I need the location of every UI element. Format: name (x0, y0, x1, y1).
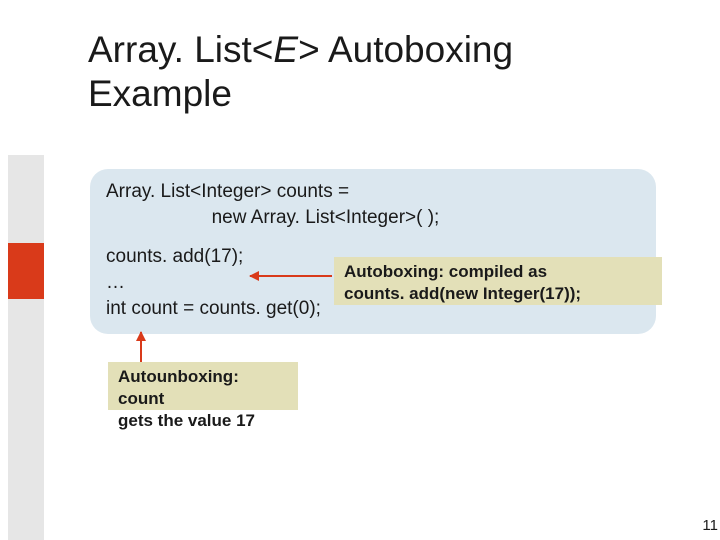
page-number: 11 (702, 517, 718, 534)
callout-autounboxing-l2: gets the value 17 (118, 410, 288, 432)
title-suffix: > Autoboxing (298, 29, 513, 70)
code-line-1: Array. List<Integer> counts = (106, 179, 640, 205)
code-block: Array. List<Integer> counts = new Array.… (90, 169, 656, 334)
arrow-autounboxing (140, 332, 142, 362)
callout-autounboxing: Autounboxing: count gets the value 17 (108, 362, 298, 410)
title-line2: Example (88, 73, 232, 114)
arrow-autoboxing (250, 275, 332, 277)
callout-autoboxing-l2: counts. add(new Integer(17)); (344, 283, 652, 305)
title-emphasis: E (273, 29, 298, 70)
slide-accent-bar (8, 155, 44, 540)
slide-title: Array. List<E> Autoboxing Example (88, 28, 513, 115)
code-line-2: new Array. List<Integer>( ); (106, 205, 640, 231)
callout-autounboxing-l1: Autounboxing: count (118, 366, 288, 410)
callout-autoboxing-l1: Autoboxing: compiled as (344, 261, 652, 283)
callout-autoboxing: Autoboxing: compiled as counts. add(new … (334, 257, 662, 305)
title-prefix: Array. List< (88, 29, 273, 70)
